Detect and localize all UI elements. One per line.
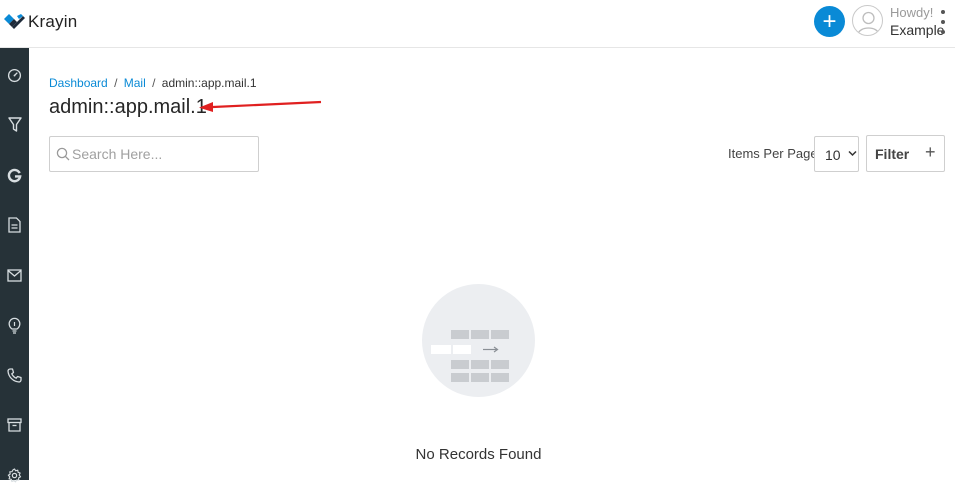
google-icon [7,168,22,182]
search-box [49,136,259,172]
top-navbar: Krayin + Howdy! Example [0,0,955,48]
phone-icon [7,367,22,383]
search-input[interactable] [72,137,256,171]
more-vertical-icon[interactable] [940,10,946,34]
breadcrumb: Dashboard / Mail / admin::app.mail.1 [49,76,257,90]
sidebar-item-quotes[interactable] [0,212,29,238]
sidebar [0,48,29,482]
filter-label: Filter [875,146,910,162]
breadcrumb-separator: / [152,76,156,90]
empty-table-icon [431,330,509,382]
gear-icon [7,467,22,482]
plus-icon: + [925,142,936,162]
greeting-text: Howdy! [890,5,934,20]
breadcrumb-dashboard[interactable]: Dashboard [49,76,108,90]
avatar-icon [857,11,880,35]
quick-create-button[interactable]: + [814,6,845,37]
sidebar-item-leads[interactable] [0,112,29,138]
items-per-page-label: Items Per Page [728,146,818,161]
funnel-icon [7,117,22,132]
user-avatar[interactable] [852,5,883,36]
page-title: admin::app.mail.1 [49,96,207,118]
logo-icon [4,13,25,29]
sidebar-item-activities[interactable] [0,312,29,338]
archive-icon [7,418,22,432]
filter-button[interactable]: Filter + [866,135,945,172]
sidebar-item-products[interactable] [0,412,29,438]
brand-logo[interactable]: Krayin [4,12,77,32]
empty-state-illustration [422,284,535,397]
chevron-down-icon [848,150,857,157]
logo-text: Krayin [28,12,78,31]
sidebar-item-settings[interactable] [0,462,29,488]
mail-icon [7,268,22,282]
breadcrumb-separator: / [114,76,118,90]
sidebar-item-contacts[interactable] [0,362,29,388]
document-icon [8,217,21,233]
search-icon [56,147,70,161]
sidebar-item-dashboard[interactable] [0,62,29,88]
sidebar-item-mail[interactable] [0,262,29,288]
user-name[interactable]: Example [890,22,944,38]
items-per-page-value: 10 [825,147,841,163]
empty-state-message: No Records Found [415,446,542,463]
plus-icon: + [822,7,837,35]
items-per-page-select[interactable]: 10 [814,136,859,172]
gauge-icon [7,68,22,82]
breadcrumb-current: admin::app.mail.1 [161,76,257,90]
sidebar-item-google[interactable] [0,162,29,188]
breadcrumb-mail[interactable]: Mail [124,76,146,90]
lightbulb-icon [8,317,21,334]
red-arrow-annotation [199,100,322,112]
